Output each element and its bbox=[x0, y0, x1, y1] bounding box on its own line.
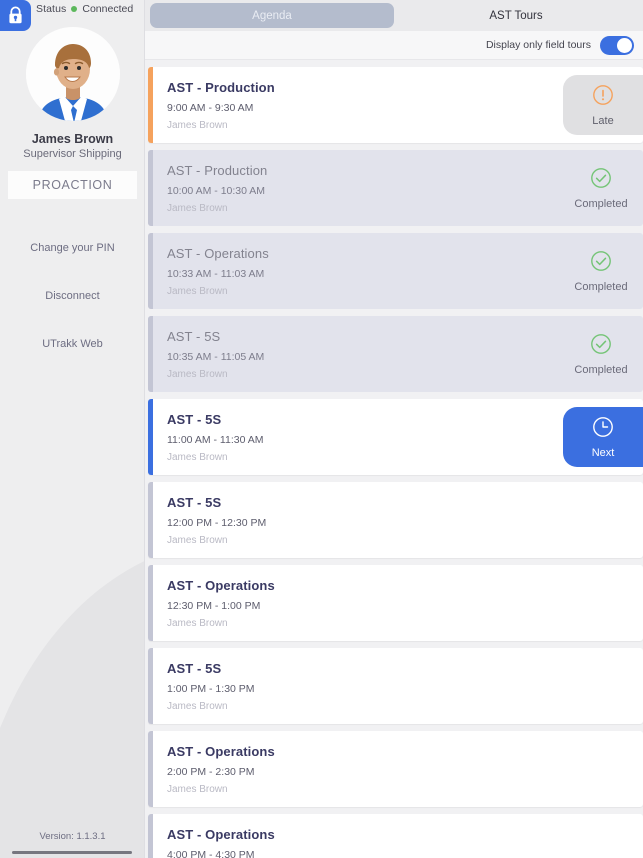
card-title: AST - 5S bbox=[167, 412, 222, 427]
card-title: AST - 5S bbox=[167, 495, 222, 510]
card-person: James Brown bbox=[167, 286, 228, 297]
main-panel: Agenda AST Tours Display only field tour… bbox=[145, 0, 643, 858]
app-root: Status Connected James Brown Supervisor … bbox=[0, 0, 643, 858]
card-body: AST - 5S 1:00 PM - 1:30 PM James Brown bbox=[153, 648, 643, 724]
card-title: AST - Operations bbox=[167, 578, 275, 593]
version-label: Version: 1.1.3.1 bbox=[39, 831, 106, 842]
tab-agenda[interactable]: Agenda bbox=[150, 3, 394, 28]
sidebar-divider bbox=[144, 0, 145, 858]
status-value: Connected bbox=[82, 3, 134, 15]
agenda-card[interactable]: AST - Operations4:00 PM - 4:30 PMJames B… bbox=[148, 814, 643, 858]
card-time: 10:00 AM - 10:30 AM bbox=[167, 185, 266, 197]
check-circle-icon bbox=[590, 250, 612, 277]
status-label: Status bbox=[36, 3, 67, 15]
card-time: 4:00 PM - 4:30 PM bbox=[167, 849, 255, 858]
field-tours-toggle-label: Display only field tours bbox=[485, 39, 591, 51]
status-badge-completed: Completed bbox=[559, 316, 643, 392]
agenda-list[interactable]: AST - Production 9:00 AM - 9:30 AM James B… bbox=[145, 60, 643, 858]
connected-dot-icon bbox=[71, 6, 78, 12]
card-title: AST - 5S bbox=[167, 661, 222, 676]
card-time: 11:00 AM - 11:30 AM bbox=[167, 434, 264, 446]
lock-icon[interactable] bbox=[0, 0, 31, 31]
status-badge-label: Completed bbox=[574, 197, 628, 210]
status-badge-next[interactable]: Next bbox=[563, 407, 643, 467]
card-time: 9:00 AM - 9:30 AM bbox=[167, 102, 254, 114]
card-body: AST - Operations 2:00 PM - 2:30 PM James B… bbox=[153, 731, 643, 807]
status-badge-label: Next bbox=[591, 446, 615, 459]
card-person: James Brown bbox=[167, 784, 228, 795]
agenda-card[interactable]: AST - Production 10:00 AM - 10:30 AM James… bbox=[148, 150, 643, 226]
tab-ast-tours[interactable]: AST Tours bbox=[394, 3, 638, 28]
card-time: 12:30 PM - 1:00 PM bbox=[167, 600, 261, 612]
card-body: AST - 5S 10:35 AM - 11:05 AM James Brown bbox=[153, 316, 559, 392]
card-time: 1:00 PM - 1:30 PM bbox=[167, 683, 255, 695]
agenda-card[interactable]: AST - Operations 12:30 PM - 1:00 PM James … bbox=[148, 565, 643, 641]
status-badge-completed: Completed bbox=[559, 150, 643, 226]
card-title: AST - Operations bbox=[167, 827, 275, 842]
card-person: James Brown bbox=[167, 618, 228, 629]
sidebar: Status Connected James Brown Supervisor … bbox=[0, 0, 145, 858]
field-tours-toggle[interactable] bbox=[600, 35, 634, 55]
agenda-card[interactable]: AST - 5S 11:00 AM - 11:30 AM James Brown Ne… bbox=[148, 399, 643, 475]
agenda-card[interactable]: AST - Operations 2:00 PM - 2:30 PM James B… bbox=[148, 731, 643, 807]
profile-role: Supervisor Shipping bbox=[23, 148, 122, 160]
agenda-card[interactable]: AST - 5S 12:00 PM - 12:30 PM James Brown bbox=[148, 482, 643, 558]
card-body: AST - 5S 12:00 PM - 12:30 PM James Brown bbox=[153, 482, 643, 558]
status-badge-label: Late bbox=[592, 114, 614, 127]
card-body: AST - Production 10:00 AM - 10:30 AM James… bbox=[153, 150, 559, 226]
card-time: 10:35 AM - 11:05 AM bbox=[167, 351, 265, 363]
sidebar-item-utrakk-web[interactable]: UTrakk Web bbox=[0, 325, 145, 363]
card-body: AST - 5S 11:00 AM - 11:30 AM James Brown bbox=[153, 399, 563, 475]
card-body: AST - Operations 10:33 AM - 11:03 AM James… bbox=[153, 233, 559, 309]
status-badge-late[interactable]: Late bbox=[563, 75, 643, 135]
card-body: AST - Production 9:00 AM - 9:30 AM James B… bbox=[153, 67, 563, 143]
profile-name: James Brown bbox=[31, 132, 114, 146]
card-title: AST - Operations bbox=[167, 246, 269, 261]
sidebar-item-disconnect[interactable]: Disconnect bbox=[0, 277, 145, 315]
filter-toolbar: Display only field tours bbox=[145, 31, 643, 60]
organization-chip: PROACTION bbox=[8, 171, 137, 199]
status-badge-label: Completed bbox=[574, 363, 628, 376]
avatar[interactable] bbox=[25, 27, 120, 121]
card-time: 2:00 PM - 2:30 PM bbox=[167, 766, 255, 778]
sidebar-item-change-pin[interactable]: Change your PIN bbox=[0, 229, 145, 267]
clock-icon bbox=[592, 416, 614, 443]
status-badge-label: Completed bbox=[574, 280, 628, 293]
card-body: AST - Operations4:00 PM - 4:30 PMJames B… bbox=[153, 814, 643, 858]
card-person: James Brown bbox=[167, 535, 228, 546]
card-time: 10:33 AM - 11:03 AM bbox=[167, 268, 265, 280]
agenda-card[interactable]: AST - Production 9:00 AM - 9:30 AM James B… bbox=[148, 67, 643, 143]
card-person: James Brown bbox=[167, 369, 228, 380]
card-person: James Brown bbox=[167, 203, 228, 214]
card-person: James Brown bbox=[167, 701, 228, 712]
status-badge-completed: Completed bbox=[559, 233, 643, 309]
home-indicator[interactable] bbox=[12, 851, 132, 854]
agenda-card[interactable]: AST - 5S 10:35 AM - 11:05 AM James Brown Co… bbox=[148, 316, 643, 392]
card-time: 12:00 PM - 12:30 PM bbox=[167, 517, 267, 529]
card-body: AST - Operations 12:30 PM - 1:00 PM James … bbox=[153, 565, 643, 641]
card-title: AST - 5S bbox=[167, 329, 221, 344]
check-circle-icon bbox=[590, 333, 612, 360]
card-person: James Brown bbox=[167, 120, 228, 131]
card-title: AST - Production bbox=[167, 80, 275, 95]
card-person: James Brown bbox=[167, 452, 228, 463]
agenda-card[interactable]: AST - 5S 1:00 PM - 1:30 PM James Brown bbox=[148, 648, 643, 724]
agenda-card[interactable]: AST - Operations 10:33 AM - 11:03 AM James… bbox=[148, 233, 643, 309]
card-title: AST - Operations bbox=[167, 744, 275, 759]
tab-bar: Agenda AST Tours bbox=[145, 0, 643, 31]
sidebar-decorative-curve bbox=[0, 541, 145, 858]
sidebar-menu: Change your PIN Disconnect UTrakk Web bbox=[0, 229, 145, 363]
card-title: AST - Production bbox=[167, 163, 268, 178]
connection-status: Status Connected bbox=[36, 3, 133, 15]
exclamation-circle-icon bbox=[592, 84, 614, 111]
toggle-knob bbox=[617, 37, 632, 53]
check-circle-icon bbox=[590, 167, 612, 194]
